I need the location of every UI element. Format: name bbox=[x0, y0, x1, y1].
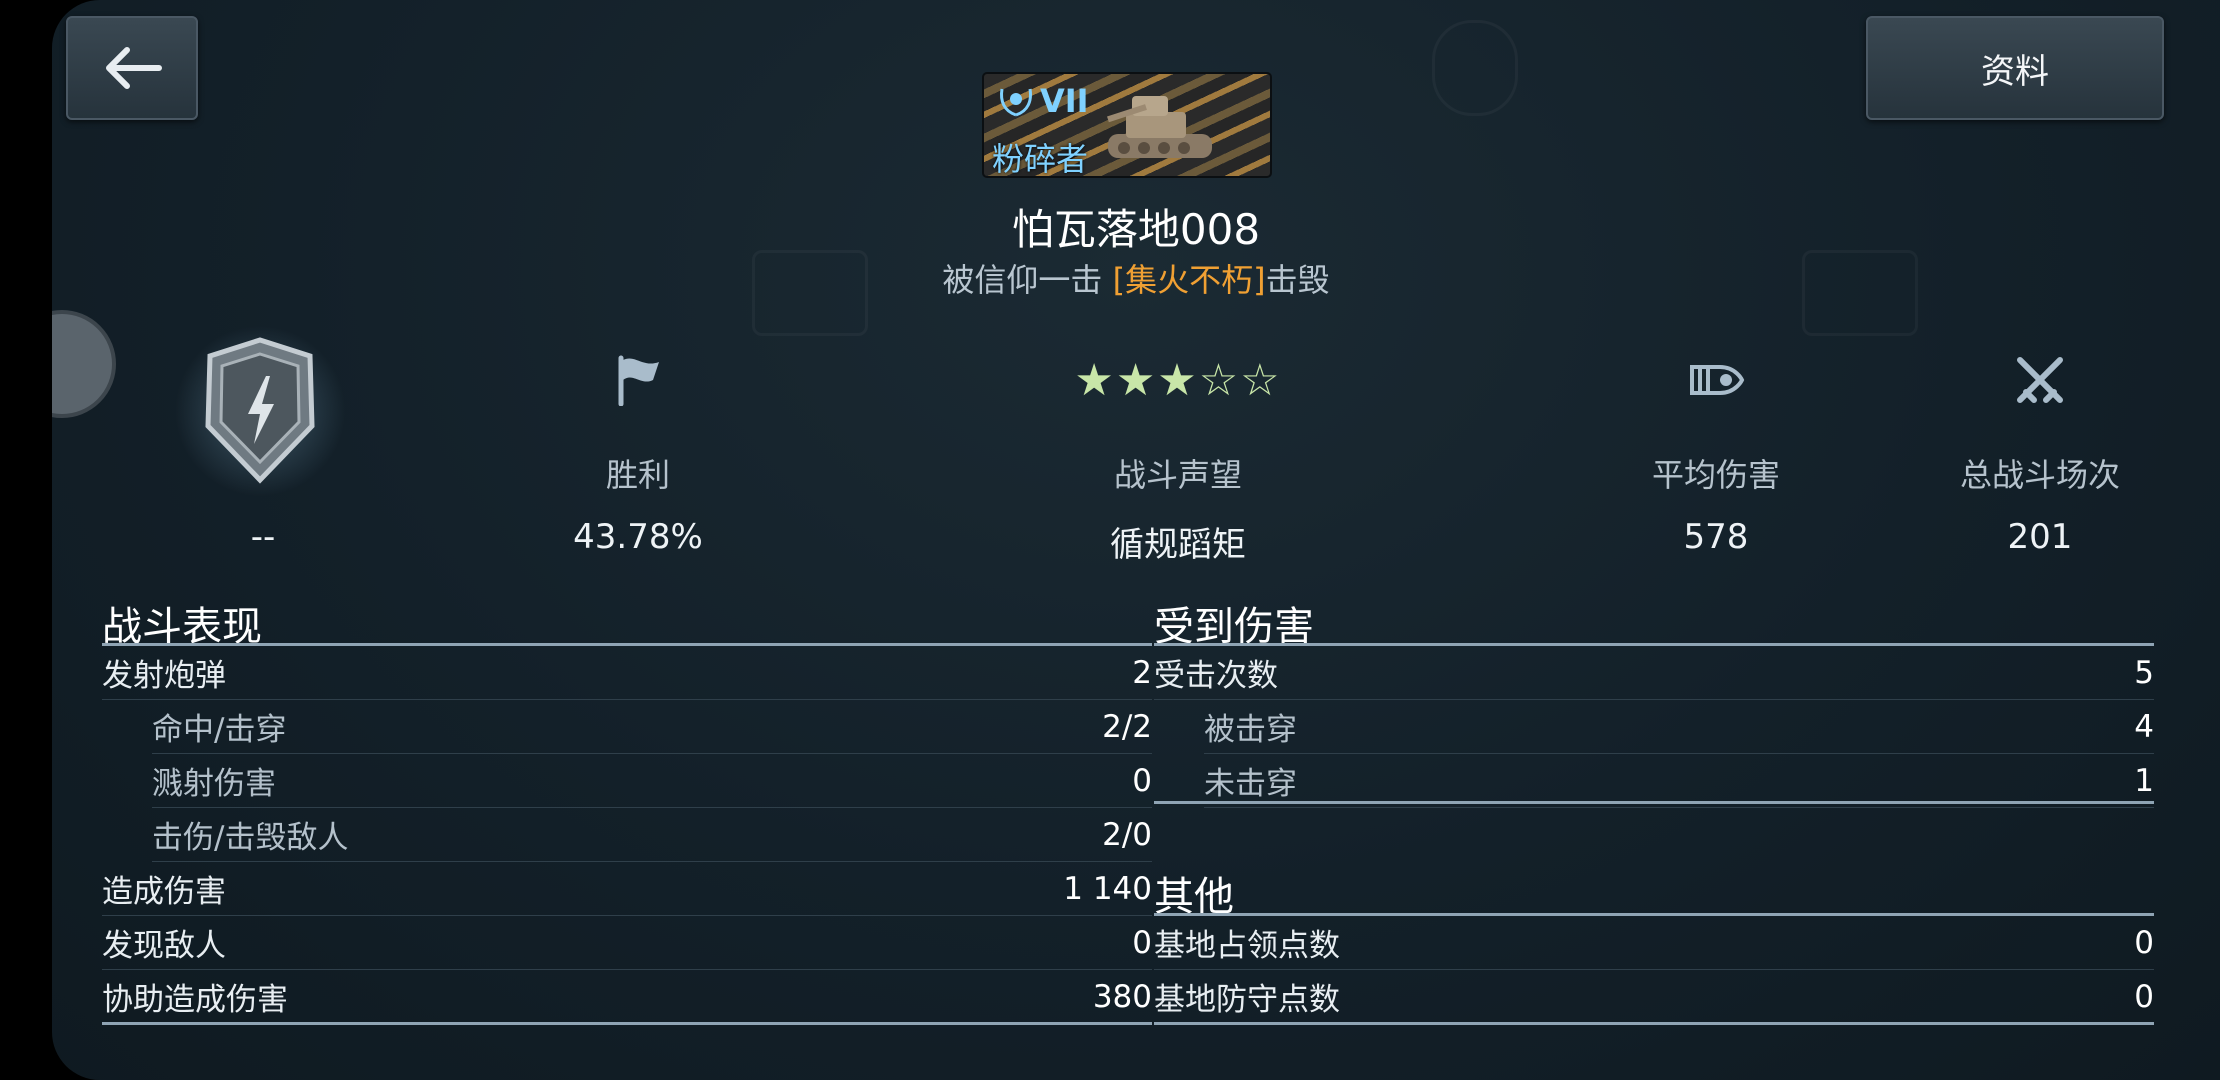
other-bottom-line bbox=[1154, 1022, 2154, 1025]
flag-icon bbox=[488, 350, 788, 410]
victory-label: 胜利 bbox=[605, 456, 670, 494]
row-label: 造成伤害 bbox=[102, 874, 226, 910]
damage-taken-bottom-line bbox=[1154, 801, 2154, 804]
avg-damage-label: 平均伤害 bbox=[1651, 456, 1780, 494]
table-row: 受击次数 5 bbox=[1154, 646, 2154, 700]
row-value: 2/2 bbox=[1102, 708, 1152, 745]
performance-bottom-line bbox=[102, 1022, 1152, 1025]
back-arrow-icon bbox=[106, 47, 162, 89]
table-row: 协助造成伤害 380 bbox=[102, 970, 1152, 1024]
star-filled-icon: ★ bbox=[1115, 354, 1158, 406]
background-decoration bbox=[1432, 20, 1518, 116]
destroyed-by-prefix: 被信仰一击 bbox=[942, 261, 1113, 299]
star-filled-icon: ★ bbox=[1074, 354, 1116, 406]
row-label: 基地占领点数 bbox=[1154, 928, 1340, 964]
victory-value: 43.78% bbox=[573, 517, 703, 557]
reputation-label: 战斗声望 bbox=[1113, 456, 1242, 494]
rank-label: 粉碎者 bbox=[992, 140, 1089, 178]
row-label: 发现敌人 bbox=[102, 928, 226, 964]
tank-badge: VII 粉碎者 bbox=[982, 72, 1272, 178]
table-row: 被击穿 4 bbox=[1204, 700, 2154, 754]
row-value: 1 bbox=[2134, 762, 2154, 799]
row-value: 0 bbox=[2134, 924, 2154, 961]
table-row: 击伤/击毁敌人 2/0 bbox=[152, 808, 1152, 862]
row-label: 溅射伤害 bbox=[152, 766, 276, 802]
row-value: 1 140 bbox=[1063, 870, 1152, 907]
laurel-icon bbox=[1000, 88, 1032, 117]
row-label: 命中/击穿 bbox=[152, 712, 287, 748]
destroyed-by-clan: [集火不朽] bbox=[1112, 261, 1266, 299]
battles-value: 201 bbox=[2007, 517, 2073, 557]
reputation-value: 循规蹈矩 bbox=[1110, 525, 1246, 565]
row-value: 0 bbox=[1132, 924, 1152, 961]
row-label: 受击次数 bbox=[1154, 658, 1278, 694]
table-row: 未击穿 1 bbox=[1204, 754, 2154, 808]
row-label: 发射炮弹 bbox=[102, 658, 226, 694]
side-avatar-icon bbox=[52, 310, 116, 418]
crossed-swords-icon bbox=[1890, 350, 2190, 410]
result-screen: 资料 VII 粉碎者 怕瓦落地008 被信仰一击 [集火不朽]击毁 -- 胜利 … bbox=[52, 0, 2220, 1080]
table-row: 基地防守点数 0 bbox=[1154, 970, 2154, 1024]
table-row: 造成伤害 1 140 bbox=[102, 862, 1152, 916]
row-value: 0 bbox=[1132, 762, 1152, 799]
row-value: 4 bbox=[2134, 708, 2154, 745]
row-label: 未击穿 bbox=[1204, 766, 1297, 802]
info-button-label: 资料 bbox=[1981, 51, 2049, 92]
row-value: 380 bbox=[1092, 978, 1152, 1015]
row-label: 协助造成伤害 bbox=[102, 982, 288, 1018]
rating-shield-icon bbox=[170, 316, 350, 506]
back-button[interactable] bbox=[66, 16, 198, 120]
player-name: 怕瓦落地008 bbox=[1011, 205, 1261, 254]
row-value: 0 bbox=[2134, 978, 2154, 1015]
row-value: 2/0 bbox=[1102, 816, 1152, 853]
table-row: 基地占领点数 0 bbox=[1154, 916, 2154, 970]
tank-icon bbox=[1107, 96, 1212, 158]
table-row: 溅射伤害 0 bbox=[152, 754, 1152, 808]
table-row: 命中/击穿 2/2 bbox=[152, 700, 1152, 754]
rating-value: -- bbox=[250, 517, 276, 557]
table-row: 发现敌人 0 bbox=[102, 916, 1152, 970]
row-label: 基地防守点数 bbox=[1154, 982, 1340, 1018]
row-label: 击伤/击毁敌人 bbox=[152, 820, 349, 856]
star-filled-icon: ★ bbox=[1157, 354, 1199, 406]
tier-label: VII bbox=[996, 82, 1089, 120]
star-empty-icon: ☆ bbox=[1240, 354, 1282, 406]
tier-text: VII bbox=[1040, 82, 1089, 120]
star-empty-icon: ☆ bbox=[1198, 354, 1241, 406]
row-label: 被击穿 bbox=[1204, 712, 1297, 748]
avg-damage-value: 578 bbox=[1683, 517, 1749, 557]
shell-icon bbox=[1566, 350, 1866, 410]
row-value: 2 bbox=[1132, 654, 1152, 691]
row-value: 5 bbox=[2134, 654, 2154, 691]
destroyed-by-line: 被信仰一击 [集火不朽]击毁 bbox=[52, 255, 2220, 301]
destroyed-by-suffix: 击毁 bbox=[1265, 261, 1330, 299]
table-row: 发射炮弹 2 bbox=[102, 646, 1152, 700]
reputation-stars: ★★★☆☆ bbox=[1028, 350, 1328, 410]
battles-label: 总战斗场次 bbox=[1959, 456, 2120, 494]
info-button[interactable]: 资料 bbox=[1866, 16, 2164, 120]
